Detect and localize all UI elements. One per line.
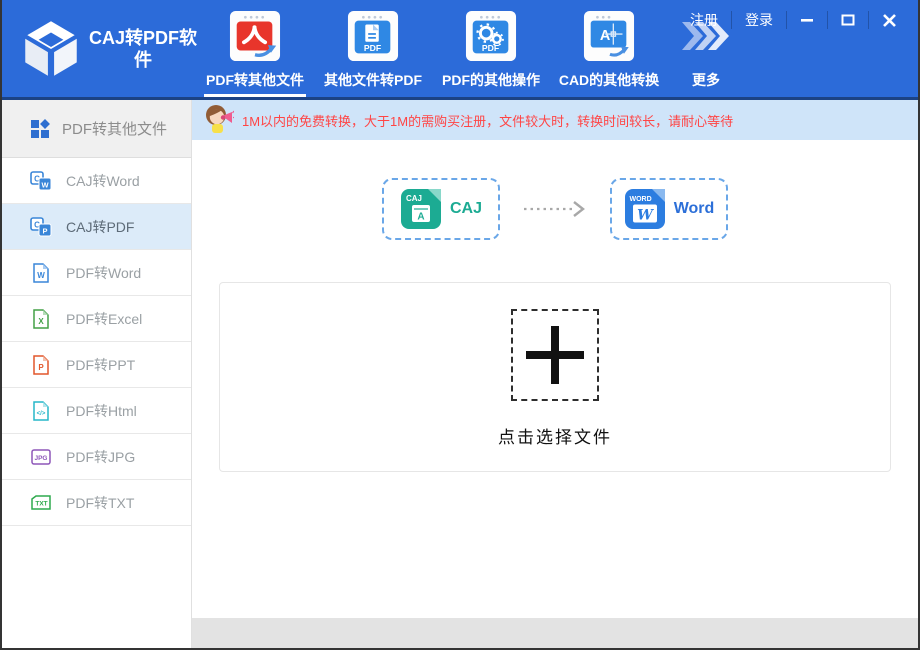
sidebar-item-pdf-html[interactable]: </> PDF转Html [2, 388, 191, 434]
html-doc-icon: </> [32, 401, 50, 421]
jpg-icon: JPG [31, 448, 51, 466]
svg-text:CAJ: CAJ [406, 194, 422, 203]
maximize-icon [841, 13, 855, 27]
tab-label: CAD的其他转换 [557, 70, 661, 97]
txt-icon: TXT [31, 494, 51, 512]
word-doc-icon: W [32, 263, 50, 283]
svg-text:P: P [42, 226, 47, 235]
conversion-flow: CAJ A CAJ [192, 140, 918, 240]
sidebar-item-label: PDF转Html [66, 401, 137, 421]
word-file-icon: WORD W [624, 188, 666, 230]
minimize-icon [800, 13, 814, 27]
svg-text:JPG: JPG [34, 455, 47, 462]
doc-to-pdf-icon: PDF [347, 10, 399, 62]
target-format-label: Word [674, 200, 715, 218]
mascot-announcer-icon [204, 104, 234, 136]
sidebar-item-label: CAJ转Word [66, 171, 140, 191]
sidebar-item-pdf-word[interactable]: W PDF转Word [2, 250, 191, 296]
sidebar-header: PDF转其他文件 [2, 100, 191, 158]
tab-pdf-operations[interactable]: PDF PDF的其他操作 [432, 0, 550, 97]
svg-text:A: A [600, 28, 611, 44]
excel-doc-icon: X [32, 309, 50, 329]
close-button[interactable] [869, 9, 910, 32]
header: CAJ转PDF软件 PDF转其他文件 [2, 0, 918, 97]
add-file-button[interactable] [511, 309, 599, 401]
svg-text:PDF: PDF [482, 43, 499, 53]
sidebar-item-label: PDF转PPT [66, 355, 135, 375]
main-area: 1M以内的免费转换，大于1M的需购买注册，文件较大时，转换时间较长，请耐心等待 … [192, 100, 918, 648]
app-window: CAJ转PDF软件 PDF转其他文件 [0, 0, 920, 650]
sidebar-item-label: PDF转TXT [66, 493, 134, 513]
plus-icon [524, 324, 586, 386]
close-icon [882, 13, 897, 28]
caj-pdf-icon: C P [30, 217, 52, 237]
caj-file-icon: CAJ A [400, 188, 442, 230]
file-select-card: 点击选择文件 [219, 282, 891, 472]
sidebar-item-caj-pdf[interactable]: C P CAJ转PDF [2, 204, 191, 250]
sidebar-item-label: CAJ转PDF [66, 217, 134, 237]
app-title: CAJ转PDF软件 [88, 27, 198, 72]
svg-text:</>: </> [37, 411, 46, 417]
maximize-button[interactable] [828, 9, 868, 31]
svg-text:P: P [38, 363, 44, 372]
login-button[interactable]: 登录 [732, 7, 786, 33]
sidebar-item-pdf-excel[interactable]: X PDF转Excel [2, 296, 191, 342]
tab-other-to-pdf[interactable]: PDF 其他文件转PDF [314, 0, 432, 97]
ppt-doc-icon: P [32, 355, 50, 375]
content: CAJ A CAJ [192, 140, 918, 618]
sidebar-header-label: PDF转其他文件 [62, 118, 167, 139]
sidebar-item-pdf-ppt[interactable]: P PDF转PPT [2, 342, 191, 388]
grid-icon [30, 119, 50, 139]
sidebar-item-pdf-jpg[interactable]: JPG PDF转JPG [2, 434, 191, 480]
tab-label: PDF转其他文件 [204, 70, 306, 97]
dotted-arrow-icon [522, 200, 588, 218]
sidebar-item-label: PDF转Word [66, 263, 141, 283]
minimize-button[interactable] [787, 9, 827, 31]
source-format-box: CAJ A CAJ [382, 178, 500, 240]
notice-text: 1M以内的免费转换，大于1M的需购买注册，文件较大时，转换时间较长，请耐心等待 [242, 111, 733, 130]
register-button[interactable]: 注册 [677, 7, 731, 33]
status-bar [192, 618, 918, 648]
titlebar-controls: 注册 登录 [677, 7, 910, 33]
sidebar-item-pdf-txt[interactable]: TXT PDF转TXT [2, 480, 191, 526]
svg-text:A: A [417, 212, 424, 223]
svg-text:X: X [38, 317, 44, 326]
sidebar-item-label: PDF转JPG [66, 447, 135, 467]
brand: CAJ转PDF软件 [12, 6, 198, 92]
svg-text:W: W [637, 208, 654, 224]
svg-text:W: W [41, 180, 49, 189]
sidebar: PDF转其他文件 C W CAJ转Word C P CAJ转PDF [2, 100, 192, 648]
target-format-box: WORD W Word [610, 178, 728, 240]
top-tabs: PDF转其他文件 PDF 其他 [196, 0, 744, 97]
app-logo-icon [16, 14, 86, 84]
cad-convert-icon: A [583, 10, 635, 62]
tab-cad-convert[interactable]: A CAD的其他转换 [550, 0, 668, 97]
svg-text:W: W [37, 271, 45, 280]
svg-text:TXT: TXT [35, 500, 47, 507]
tab-label: 更多 [690, 70, 722, 97]
svg-text:WORD: WORD [629, 196, 651, 203]
tab-label: 其他文件转PDF [322, 70, 424, 97]
tab-label: PDF的其他操作 [440, 70, 542, 97]
notice-banner: 1M以内的免费转换，大于1M的需购买注册，文件较大时，转换时间较长，请耐心等待 [192, 100, 918, 140]
sidebar-item-caj-word[interactable]: C W CAJ转Word [2, 158, 191, 204]
pdf-convert-icon [229, 10, 281, 62]
tab-pdf-to-other[interactable]: PDF转其他文件 [196, 0, 314, 97]
caj-word-icon: C W [30, 171, 52, 191]
sidebar-item-label: PDF转Excel [66, 309, 142, 329]
source-format-label: CAJ [450, 200, 482, 218]
svg-text:PDF: PDF [364, 43, 381, 53]
pdf-gears-icon: PDF [465, 10, 517, 62]
select-file-label[interactable]: 点击选择文件 [498, 423, 612, 448]
